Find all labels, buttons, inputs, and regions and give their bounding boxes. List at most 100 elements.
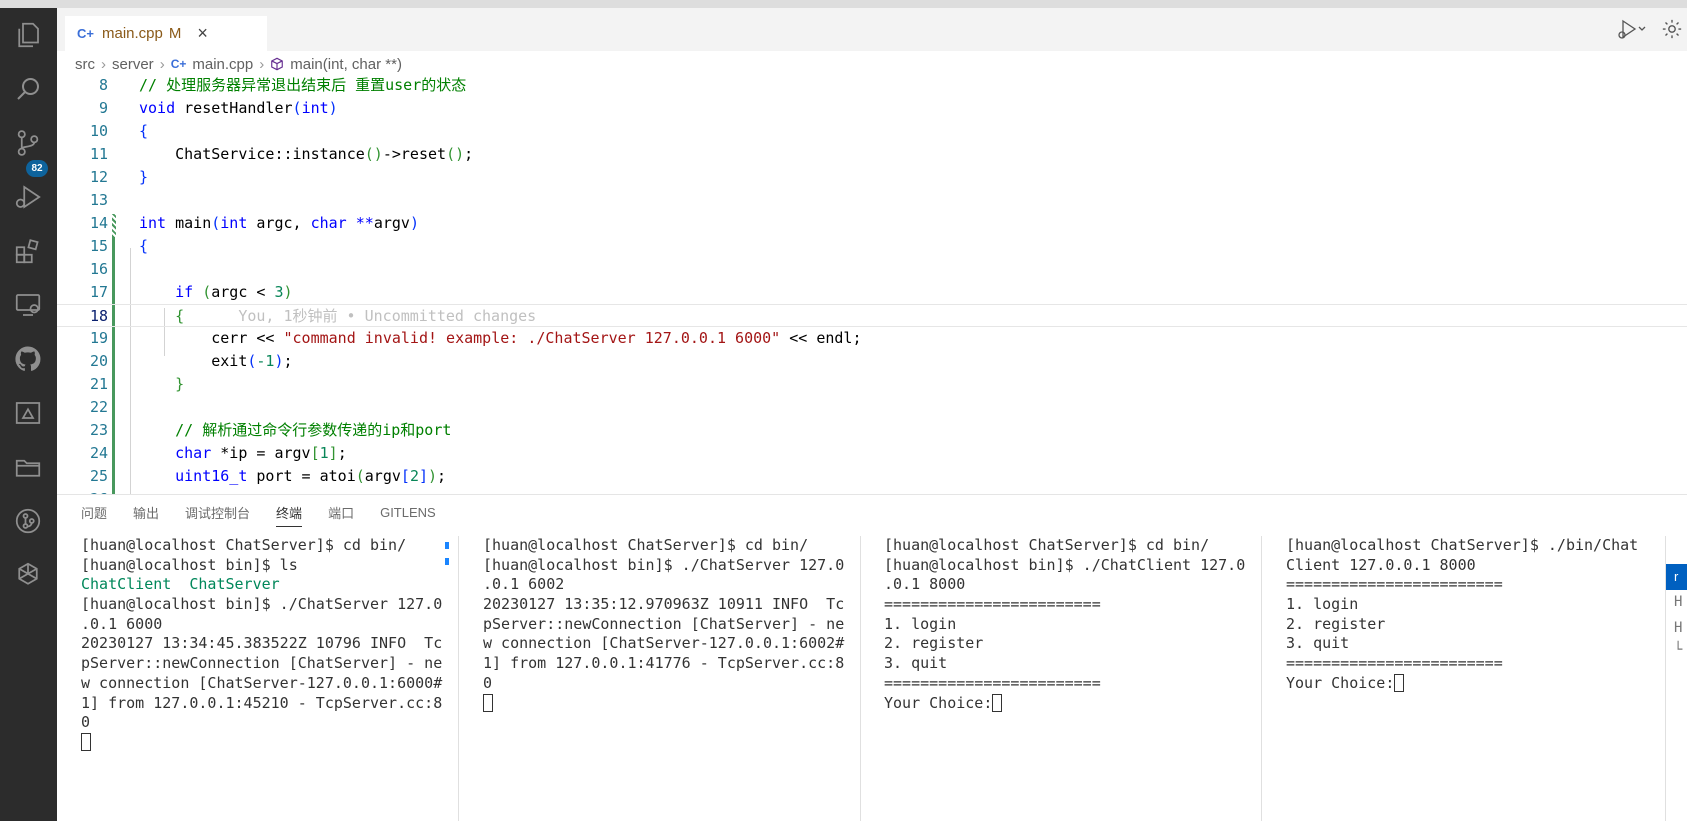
tab-problems[interactable]: 问题 — [81, 503, 107, 522]
terminal-line: .0.1 6002 — [483, 575, 845, 595]
openai-icon[interactable] — [13, 560, 43, 590]
code-token: ) — [274, 352, 284, 370]
cpp-file-icon: C+ — [77, 26, 94, 41]
gitlens-icon[interactable] — [13, 506, 43, 536]
github-icon[interactable] — [13, 344, 43, 374]
breadcrumb-server[interactable]: server — [112, 56, 154, 73]
code-token: ) — [328, 99, 338, 117]
code-line[interactable]: 21 } — [57, 373, 1687, 396]
terminal-text: ChatClient ChatServer — [81, 575, 280, 594]
code-text: // 解析通过命令行参数传递的ip和port — [139, 419, 451, 442]
code-line[interactable]: 14 int main(int argc, char **argv) — [57, 212, 1687, 235]
code-line[interactable]: 11 ChatService::instance()->reset(); — [57, 143, 1687, 166]
tab-ports[interactable]: 端口 — [328, 503, 354, 522]
code-token: int — [220, 214, 248, 232]
code-line[interactable]: 25 uint16_t port = atoi(argv[2]); — [57, 465, 1687, 488]
breadcrumb-src[interactable]: src — [75, 56, 95, 73]
terminal-line: Your Choice: — [1286, 674, 1656, 694]
terminal-text: 20230127 13:34:45.383522Z 10796 INFO Tc — [81, 634, 443, 653]
line-number: 13 — [89, 191, 108, 209]
run-debug-icon[interactable] — [13, 182, 43, 212]
terminal-text: ======================== — [1286, 654, 1503, 673]
code-line[interactable]: 16 — [57, 258, 1687, 281]
code-line[interactable]: 18 { You, 1秒钟前 • Uncommitted changes — [57, 304, 1687, 327]
breadcrumb-file[interactable]: main.cpp — [192, 56, 253, 73]
terminal-line: .0.1 6000 — [81, 615, 443, 635]
code-line[interactable]: 9 void resetHandler(int) — [57, 97, 1687, 120]
search-icon[interactable] — [13, 74, 43, 104]
code-token: ; — [337, 444, 347, 462]
code-line[interactable]: 13 — [57, 189, 1687, 212]
code-line[interactable]: 22 — [57, 396, 1687, 419]
code-line[interactable]: 24 char *ip = argv[1]; — [57, 442, 1687, 465]
remote-explorer-icon[interactable] — [13, 290, 43, 320]
terminal-text: [huan@localhost ChatServer]$ cd bin/ — [884, 536, 1210, 554]
terminal-line: [huan@localhost ChatServer]$ cd bin/ — [884, 536, 1246, 556]
terminal-divider[interactable] — [860, 536, 861, 821]
tab-main-cpp[interactable]: C+ main.cpp M × — [65, 16, 267, 51]
terminal-cursor — [1394, 674, 1405, 693]
terminal-divider[interactable] — [458, 536, 459, 821]
code-line[interactable]: 10 { — [57, 120, 1687, 143]
terminal-list-item-selected[interactable]: r — [1666, 564, 1687, 590]
tab-debug-console[interactable]: 调试控制台 — [185, 503, 250, 522]
code-token: cerr << — [139, 329, 284, 347]
line-number: 23 — [89, 421, 108, 439]
tab-filename: main.cpp — [101, 25, 163, 42]
terminal-scroll-marker — [445, 542, 449, 549]
code-editor[interactable]: 8 // 处理服务器异常退出结束后 重置user的状态 9 void resetHan… — [57, 76, 1687, 494]
code-token: exit — [139, 352, 248, 370]
tab-terminal[interactable]: 终端 — [276, 503, 303, 527]
terminal-line: 1] from 127.0.0.1:41776 - TcpServer.cc:8 — [483, 654, 845, 674]
terminal-divider[interactable] — [1261, 536, 1262, 821]
code-line[interactable]: 15 { — [57, 235, 1687, 258]
terminal-list-item[interactable]: H — [1674, 594, 1682, 610]
code-line[interactable]: 12} — [57, 166, 1687, 189]
editor-tab-bar: C+ main.cpp M × — [57, 8, 1687, 51]
run-code-icon[interactable] — [1617, 18, 1647, 40]
close-icon[interactable]: × — [197, 23, 208, 44]
code-text: uint16_t port = atoi(argv[2]); — [139, 465, 446, 488]
tab-output[interactable]: 输出 — [133, 503, 159, 522]
terminal-line: 3. quit — [1286, 634, 1656, 654]
terminal-line: ChatClient ChatServer — [81, 575, 443, 595]
code-token: ->reset — [382, 145, 447, 163]
gear-icon[interactable] — [1661, 18, 1683, 40]
tab-gitlens[interactable]: GITLENS — [380, 505, 436, 520]
terminal-pane-1[interactable]: [huan@localhost ChatServer]$ cd bin/[hua… — [81, 536, 443, 821]
code-line[interactable]: 20 exit(-1); — [57, 350, 1687, 373]
breadcrumb-symbol[interactable]: main(int, char **) — [290, 56, 402, 73]
source-control-icon[interactable] — [13, 128, 43, 158]
extensions-icon[interactable] — [13, 236, 43, 266]
terminal-text: ======================== — [1286, 575, 1503, 594]
terminal-text: pServer::newConnection [ChatServer] - ne — [81, 654, 443, 673]
code-line[interactable]: 23 // 解析通过命令行参数传递的ip和port — [57, 419, 1687, 442]
code-line[interactable]: 8 // 处理服务器异常退出结束后 重置user的状态 — [57, 76, 1687, 97]
terminal-pane-3[interactable]: [huan@localhost ChatServer]$ cd bin/[hua… — [884, 536, 1246, 821]
code-token: [ — [400, 467, 410, 485]
code-line[interactable]: 17 if (argc < 3) — [57, 281, 1687, 304]
explorer-icon[interactable] — [13, 20, 43, 50]
terminal-text: Client 127.0.0.1 8000 — [1286, 555, 1476, 574]
terminal-text: Your Choice: — [1286, 673, 1395, 692]
code-token: { — [139, 122, 149, 140]
code-token: void — [139, 99, 176, 117]
terminal-pane-2[interactable]: [huan@localhost ChatServer]$ cd bin/[hua… — [483, 536, 845, 821]
folders-icon[interactable] — [13, 452, 43, 482]
terminal-cursor — [81, 733, 91, 752]
code-token: argc < — [211, 283, 275, 301]
terminal-pane-4[interactable]: [huan@localhost ChatServer]$ ./bin/Chat C… — [1286, 536, 1656, 821]
code-token: port = atoi — [247, 467, 356, 485]
terminal-line: Client 127.0.0.1 8000 — [1286, 556, 1656, 576]
terminal-line — [483, 694, 845, 714]
code-token: resetHandler — [175, 99, 293, 117]
code-line[interactable]: 19 cerr << "command invalid! example: ./… — [57, 327, 1687, 350]
code-token: ( — [355, 467, 365, 485]
terminal-cursor — [483, 694, 493, 712]
terminal-list-item[interactable]: └ — [1674, 642, 1682, 658]
remote-window-icon[interactable] — [13, 398, 43, 428]
terminal-list-item[interactable]: H — [1674, 620, 1682, 636]
terminal-text: 20230127 13:35:12.970963Z 10911 INFO Tc — [483, 595, 845, 614]
